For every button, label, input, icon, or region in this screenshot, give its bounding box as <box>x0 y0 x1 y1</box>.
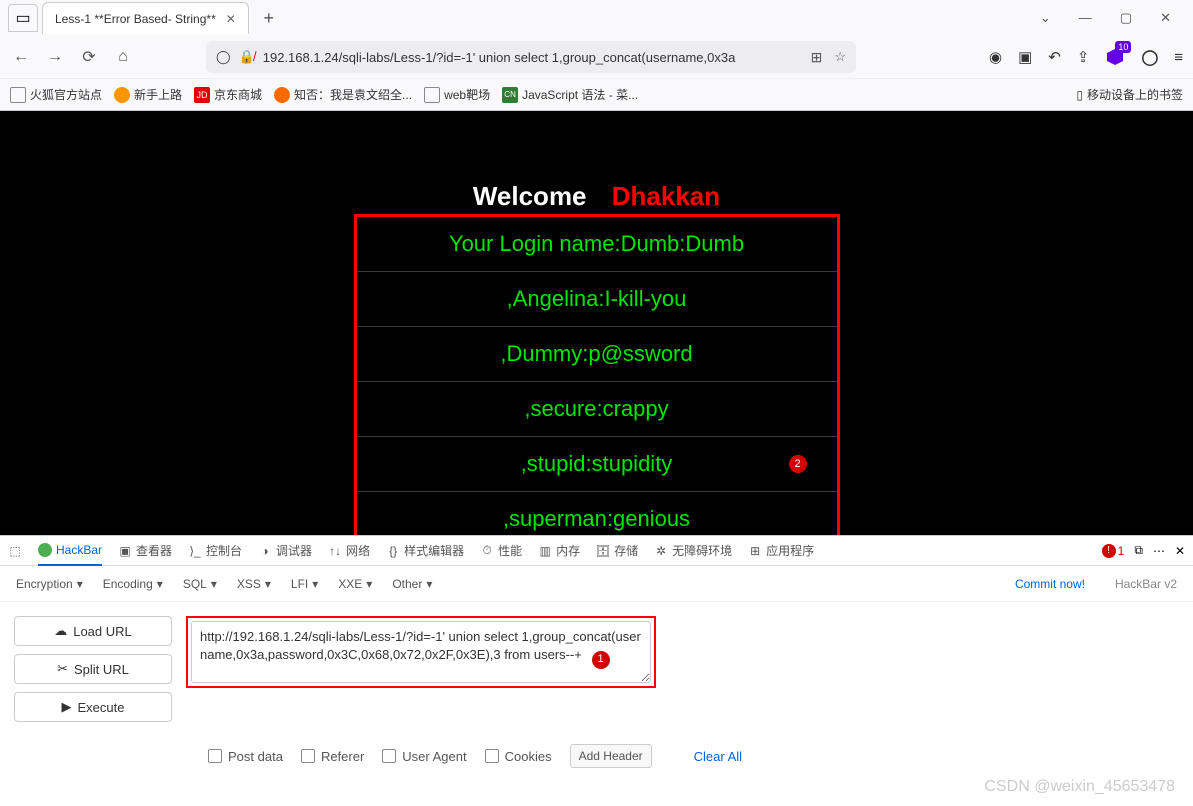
devtools-tab-inspector[interactable]: ▣查看器 <box>118 542 172 559</box>
data-row: ,secure:crappy <box>357 382 837 436</box>
devtools-tab-debugger[interactable]: ◑调试器 <box>258 542 312 559</box>
add-header-button[interactable]: Add Header <box>570 744 652 768</box>
devtools-more-icon[interactable]: ⋯ <box>1153 544 1165 558</box>
tab-title: Less-1 **Error Based- String** <box>55 12 216 26</box>
annotation-box-2: Your Login name:Dumb:Dumb ,Angelina:I-ki… <box>354 214 840 535</box>
hb-menu-xss[interactable]: XSS ▾ <box>237 577 271 591</box>
devtools-cursor-icon[interactable]: ⬚ <box>8 544 22 558</box>
devtools-error-count[interactable]: !1 <box>1102 544 1125 558</box>
devtools-tab-storage[interactable]: 🗄存储 <box>596 542 638 559</box>
tab-favicon-placeholder[interactable]: ▭ <box>8 4 38 32</box>
bookmark-item[interactable]: web靶场 <box>424 86 490 103</box>
url-bar[interactable]: ◯ 🔒̸ 192.168.1.24/sqli-labs/Less-1/?id=-… <box>206 41 856 73</box>
chevron-down-icon: ▾ <box>77 577 83 591</box>
url-textarea[interactable]: http://192.168.1.24/sqli-labs/Less-1/?id… <box>191 621 651 683</box>
load-url-button[interactable]: ☁Load URL <box>14 616 172 646</box>
hb-menu-encoding[interactable]: Encoding ▾ <box>103 577 163 591</box>
scissors-icon: ✂ <box>57 661 68 677</box>
chevron-down-icon: ▾ <box>426 577 432 591</box>
devtools-close-icon[interactable]: ✕ <box>1175 544 1185 558</box>
page-content: Welcome Dhakkan Your Login name:Dumb:Dum… <box>0 111 1193 535</box>
window-dropdown-icon[interactable]: ⌄ <box>1040 10 1051 26</box>
bookmark-mobile[interactable]: ▯移动设备上的书签 <box>1076 86 1183 103</box>
hackbar-icon <box>38 543 52 557</box>
chevron-down-icon: ▾ <box>157 577 163 591</box>
devtools-tab-style[interactable]: {}样式编辑器 <box>386 542 464 559</box>
url-text: 192.168.1.24/sqli-labs/Less-1/?id=-1' un… <box>263 50 803 65</box>
watermark: CSDN @weixin_45653478 <box>984 778 1175 796</box>
extension-badge: 10 <box>1115 41 1131 53</box>
chevron-down-icon: ▾ <box>211 577 217 591</box>
devtools-tab-application[interactable]: ⊞应用程序 <box>748 542 814 559</box>
hb-commit-link[interactable]: Commit now! <box>1015 577 1085 591</box>
devtools-tab-a11y[interactable]: ✲无障碍环境 <box>654 542 732 559</box>
clear-all-link[interactable]: Clear All <box>694 749 742 764</box>
qr-icon[interactable]: ⊞ <box>811 49 823 66</box>
new-tab-button[interactable]: + <box>257 6 281 30</box>
devtools-dock-icon[interactable]: ⧉ <box>1134 543 1143 558</box>
lock-icon: 🔒̸ <box>239 49 255 65</box>
circle-icon[interactable]: ◯ <box>1141 48 1158 66</box>
pin-icon[interactable]: ▣ <box>1018 48 1032 66</box>
hb-menu-encryption[interactable]: Encryption ▾ <box>16 577 83 591</box>
back-icon[interactable]: ← <box>10 48 32 66</box>
annotation-badge-1: 1 <box>592 651 610 669</box>
menu-icon[interactable]: ≡ <box>1174 49 1183 66</box>
pocket-icon[interactable]: ⇪ <box>1077 48 1090 66</box>
bookmark-star-icon[interactable]: ☆ <box>834 49 846 66</box>
hb-brand-label: HackBar v2 <box>1115 577 1177 591</box>
forward-icon[interactable]: → <box>44 48 66 66</box>
data-row: ,Angelina:I-kill-you <box>357 272 837 326</box>
chevron-down-icon: ▾ <box>312 577 318 591</box>
close-icon[interactable]: ✕ <box>226 12 236 26</box>
checkbox-cookies[interactable]: Cookies <box>485 749 552 764</box>
account-icon[interactable]: ◉ <box>989 48 1002 66</box>
checkbox-referer[interactable]: Referer <box>301 749 364 764</box>
hb-menu-xxe[interactable]: XXE ▾ <box>338 577 372 591</box>
annotation-badge-2: 2 <box>789 455 807 473</box>
checkbox-useragent[interactable]: User Agent <box>382 749 466 764</box>
split-url-button[interactable]: ✂Split URL <box>14 654 172 684</box>
bookmark-item[interactable]: CNJavaScript 语法 - 菜... <box>502 86 638 103</box>
chevron-down-icon: ▾ <box>366 577 372 591</box>
browser-tab[interactable]: Less-1 **Error Based- String** ✕ <box>42 2 249 34</box>
cloud-download-icon: ☁ <box>54 623 67 639</box>
execute-button[interactable]: ▶Execute <box>14 692 172 722</box>
annotation-box-1: http://192.168.1.24/sqli-labs/Less-1/?id… <box>186 616 656 688</box>
devtools-tab-console[interactable]: ⟩_控制台 <box>188 542 242 559</box>
chevron-down-icon: ▾ <box>265 577 271 591</box>
data-row: ,stupid:stupidity 2 <box>357 437 837 491</box>
shield-icon[interactable]: ◯ <box>216 49 231 65</box>
hb-menu-lfi[interactable]: LFI ▾ <box>291 577 318 591</box>
mobile-icon: ▯ <box>1076 88 1083 102</box>
undo-icon[interactable]: ↶ <box>1048 48 1061 66</box>
bookmark-item[interactable]: 火狐官方站点 <box>10 86 102 103</box>
data-row: ,Dummy:p@ssword <box>357 327 837 381</box>
checkbox-postdata[interactable]: Post data <box>208 749 283 764</box>
extension-icon[interactable]: 10 <box>1105 47 1125 67</box>
devtools-tab-performance[interactable]: ⏱性能 <box>480 542 522 559</box>
window-close-icon[interactable]: ✕ <box>1160 10 1171 26</box>
window-maximize-icon[interactable]: ▢ <box>1120 10 1132 26</box>
devtools-tab-network[interactable]: ↑↓网络 <box>328 542 370 559</box>
hb-menu-other[interactable]: Other ▾ <box>392 577 432 591</box>
bookmark-item[interactable]: 知否：我是袁文绍全... <box>274 86 412 103</box>
devtools-tab-hackbar[interactable]: HackBar <box>38 536 102 566</box>
welcome-heading: Welcome Dhakkan <box>473 181 720 212</box>
hb-menu-sql[interactable]: SQL ▾ <box>183 577 217 591</box>
window-minimize-icon[interactable]: — <box>1079 10 1092 26</box>
data-row: ,superman:genious <box>357 492 837 535</box>
play-icon: ▶ <box>62 699 72 715</box>
home-icon[interactable]: ⌂ <box>112 48 134 66</box>
bookmark-item[interactable]: 新手上路 <box>114 86 182 103</box>
devtools-tab-memory[interactable]: ▥内存 <box>538 542 580 559</box>
data-row: Your Login name:Dumb:Dumb <box>357 217 837 271</box>
reload-icon[interactable]: ⟳ <box>78 47 100 67</box>
bookmark-item[interactable]: JD京东商城 <box>194 86 262 103</box>
